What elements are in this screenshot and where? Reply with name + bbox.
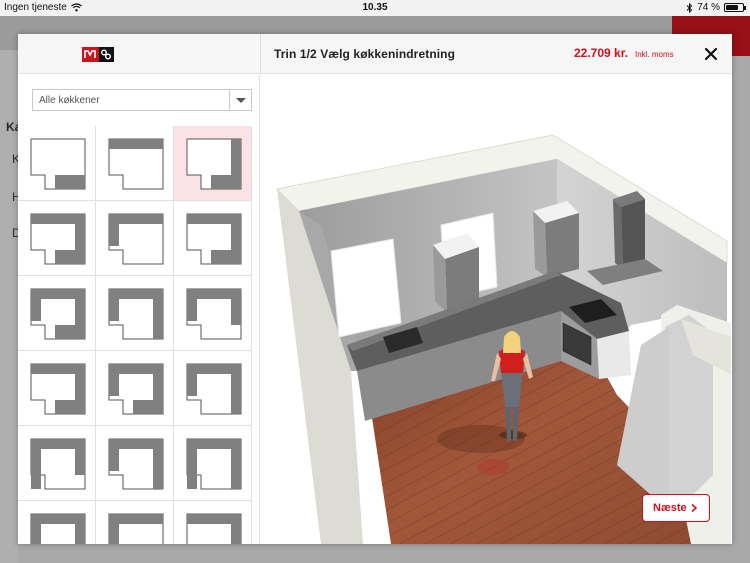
brand-logo <box>82 47 114 62</box>
layout-option[interactable] <box>18 276 96 351</box>
cabinet-block <box>231 514 241 544</box>
cabinet-block <box>55 400 85 414</box>
price-vat-note: Inkl. moms <box>635 50 674 59</box>
floorplan-icon <box>108 513 164 544</box>
cabinet-block <box>187 364 197 396</box>
floorplan-icon <box>186 513 242 544</box>
layout-option[interactable] <box>18 126 96 201</box>
floorplan-icon <box>108 288 164 340</box>
layout-option[interactable] <box>174 126 252 201</box>
battery-icon <box>724 3 746 12</box>
close-icon[interactable] <box>699 42 723 66</box>
cabinet-block <box>109 364 119 396</box>
layout-option[interactable] <box>174 201 252 276</box>
floorplan-icon <box>186 138 242 190</box>
cabinet-block <box>75 214 85 250</box>
kitchen-filter-value: Alle køkkener <box>39 95 100 106</box>
clock: 10.35 <box>362 2 388 13</box>
layout-option[interactable] <box>96 276 174 351</box>
cabinet-block <box>55 175 85 189</box>
layout-option[interactable] <box>18 351 96 426</box>
next-button-label: Næste <box>653 502 687 514</box>
cabinet-block <box>109 289 119 321</box>
floorplan-icon <box>108 363 164 415</box>
layout-option[interactable] <box>96 501 174 544</box>
cabinet-block <box>153 439 163 489</box>
cabinet-block <box>211 250 241 264</box>
chevron-down-icon[interactable] <box>229 90 251 110</box>
cabinet-block <box>231 364 241 414</box>
layout-option[interactable] <box>96 351 174 426</box>
cabinet-block <box>211 175 241 189</box>
cabinet-block <box>231 289 241 325</box>
total-price: 22.709 kr. <box>574 46 629 60</box>
kitchen-3d-preview[interactable] <box>261 75 732 544</box>
layout-option[interactable] <box>96 426 174 501</box>
cabinet-block <box>109 139 163 149</box>
cabinet-block <box>31 439 41 489</box>
floorplan-icon <box>30 438 86 490</box>
floorplan-icon <box>30 363 86 415</box>
next-button[interactable]: Næste <box>642 494 710 522</box>
floorplan-icon <box>186 438 242 490</box>
cabinet-block <box>75 514 85 544</box>
cabinet-block <box>109 214 119 246</box>
floorplan-icon <box>30 288 86 340</box>
header-divider <box>260 34 261 74</box>
cabinet-block <box>133 400 163 414</box>
kitchen-filter-select[interactable]: Alle køkkener <box>32 89 252 111</box>
floorplan-icon <box>186 288 242 340</box>
layout-option[interactable] <box>18 201 96 276</box>
layout-selector-panel: Alle køkkener <box>18 75 260 544</box>
battery-percent: 74 % <box>697 2 720 13</box>
chevron-right-icon <box>691 503 698 513</box>
layout-option[interactable] <box>174 276 252 351</box>
cabinet-block <box>109 439 119 471</box>
floorplan-icon <box>108 213 164 265</box>
floorplan-icon <box>30 213 86 265</box>
layout-option[interactable] <box>96 201 174 276</box>
floorplan-icon <box>30 513 86 544</box>
cabinet-block <box>153 364 163 400</box>
layout-option[interactable] <box>174 501 252 544</box>
kitchen-configurator-modal: Trin 1/2 Vælg køkkenindretning 22.709 kr… <box>18 34 732 544</box>
floorplan-icon <box>186 213 242 265</box>
cabinet-block <box>75 439 85 475</box>
layout-option[interactable] <box>174 426 252 501</box>
cabinet-block <box>55 250 85 264</box>
modal-header: Trin 1/2 Vælg køkkenindretning 22.709 kr… <box>18 34 732 74</box>
step-title: Trin 1/2 Vælg køkkenindretning <box>274 47 456 61</box>
cabinet-block <box>187 289 197 321</box>
layout-option[interactable] <box>174 351 252 426</box>
kitchen-render <box>275 134 731 544</box>
floorplan-icon <box>108 138 164 190</box>
floorplan-icon <box>30 138 86 190</box>
cabinet-block <box>187 439 197 489</box>
layout-option[interactable] <box>96 126 174 201</box>
cabinet-block <box>153 289 163 339</box>
floorplan-icon <box>186 363 242 415</box>
cabinet-block <box>231 439 241 489</box>
cabinet-block <box>109 514 119 544</box>
cabinet-block <box>231 214 241 250</box>
cabinet-block <box>55 325 85 339</box>
battery-fill <box>726 5 738 10</box>
layout-option[interactable] <box>18 426 96 501</box>
floorplan-icon <box>108 438 164 490</box>
bluetooth-icon <box>686 2 693 13</box>
status-bar: Ingen tjeneste 10.35 74 % <box>0 0 750 16</box>
cabinet-block <box>31 514 41 544</box>
layout-option[interactable] <box>18 501 96 544</box>
